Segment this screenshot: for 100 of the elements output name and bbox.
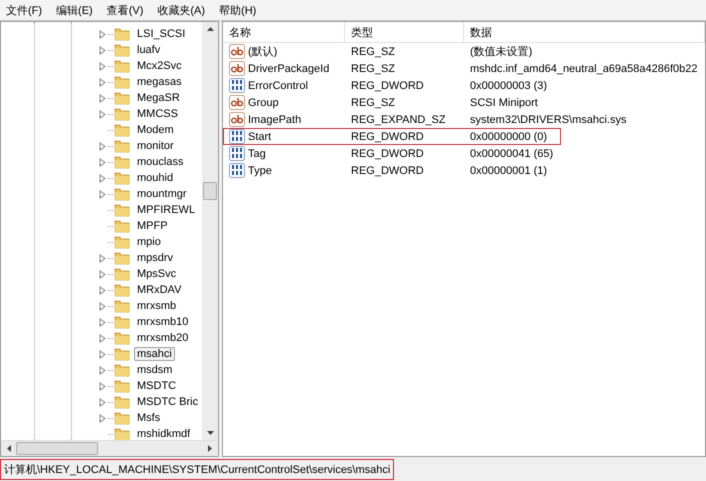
folder-icon xyxy=(114,267,130,281)
scroll-thumb[interactable] xyxy=(16,442,98,455)
folder-icon xyxy=(114,219,130,233)
scroll-down-icon[interactable] xyxy=(206,430,214,436)
tree-item[interactable]: msdsm xyxy=(134,363,176,377)
value-name: DriverPackageId xyxy=(248,62,330,74)
tree-item[interactable]: monitor xyxy=(134,139,177,153)
tree-item[interactable]: Mcx2Svc xyxy=(134,59,185,73)
folder-icon xyxy=(114,123,130,137)
value-type: REG_DWORD xyxy=(350,148,425,160)
folder-icon xyxy=(114,315,130,329)
scroll-right-icon[interactable] xyxy=(207,444,213,453)
tree-item[interactable]: mpsdrv xyxy=(134,251,176,265)
binary-value-icon xyxy=(229,146,245,161)
folder-icon xyxy=(114,411,130,425)
tree-item[interactable]: msahci xyxy=(134,347,175,361)
tree-item[interactable]: LSI_SCSI xyxy=(134,27,188,41)
folder-icon xyxy=(114,379,130,393)
menu-item[interactable]: 帮助(H) xyxy=(219,2,256,18)
folder-icon xyxy=(114,107,130,121)
value-name: ErrorControl xyxy=(248,80,308,92)
tree-item[interactable]: mouclass xyxy=(134,155,186,169)
value-name: ImagePath xyxy=(248,114,302,126)
folder-icon xyxy=(114,91,130,105)
value-name: Tag xyxy=(248,148,266,160)
tree-item[interactable]: MSDTC Bric xyxy=(134,395,202,409)
tree-item[interactable]: mrxsmb xyxy=(134,299,180,313)
value-data: SCSI Miniport xyxy=(469,96,539,108)
binary-value-icon xyxy=(229,163,245,178)
tree-item[interactable]: MpsSvc xyxy=(134,267,180,281)
tree-item[interactable]: megasas xyxy=(134,75,185,89)
tree-item[interactable]: Msfs xyxy=(134,411,164,425)
menu-item[interactable]: 编辑(E) xyxy=(56,2,93,18)
binary-value-icon xyxy=(229,129,245,144)
folder-icon xyxy=(114,59,130,73)
scroll-thumb[interactable] xyxy=(203,182,217,200)
value-type: REG_SZ xyxy=(350,46,396,58)
scroll-left-icon[interactable] xyxy=(6,444,12,453)
folder-icon xyxy=(114,27,130,41)
tree-item[interactable]: mountmgr xyxy=(134,187,190,201)
vertical-scrollbar[interactable] xyxy=(202,22,218,440)
value-type: REG_DWORD xyxy=(350,80,425,92)
value-type: REG_EXPAND_SZ xyxy=(350,114,447,126)
binary-value-icon xyxy=(229,78,245,93)
value-name: Type xyxy=(248,164,272,176)
folder-icon xyxy=(114,171,130,185)
menu-item[interactable]: 文件(F) xyxy=(6,2,42,18)
horizontal-scrollbar[interactable] xyxy=(1,440,218,456)
tree-item[interactable]: MMCSS xyxy=(134,107,181,121)
value-type: REG_DWORD xyxy=(350,164,425,176)
folder-icon xyxy=(114,251,130,265)
folder-icon xyxy=(114,427,130,440)
status-path: 计算机\HKEY_LOCAL_MACHINE\SYSTEM\CurrentControlSet\services\msahci xyxy=(0,458,394,480)
value-type: REG_SZ xyxy=(350,96,396,108)
tree-item[interactable]: mshidkmdf xyxy=(134,427,194,440)
folder-icon xyxy=(114,187,130,201)
tree-item[interactable]: MPFIREWL xyxy=(134,203,198,217)
column-header[interactable]: 数据 xyxy=(464,22,705,42)
folder-icon xyxy=(114,363,130,377)
tree-item[interactable]: luafv xyxy=(134,43,164,57)
tree-item[interactable]: MRxDAV xyxy=(134,283,184,297)
folder-icon xyxy=(114,347,130,361)
value-type: REG_SZ xyxy=(350,62,396,74)
folder-icon xyxy=(114,203,130,217)
tree-item[interactable]: MegaSR xyxy=(134,91,183,105)
value-data: 0x00000001 (1) xyxy=(469,164,548,176)
menu-item[interactable]: 查看(V) xyxy=(106,2,144,18)
tree-item[interactable]: MSDTC xyxy=(134,379,180,393)
folder-icon xyxy=(114,139,130,153)
value-data: 0x00000000 (0) xyxy=(469,130,548,142)
folder-icon xyxy=(114,235,130,249)
string-value-icon xyxy=(229,112,245,127)
string-value-icon xyxy=(229,44,245,59)
value-type: REG_DWORD xyxy=(350,130,425,142)
value-data: mshdc.inf_amd64_neutral_a69a58a4286f0b22 xyxy=(469,62,699,74)
value-name: Group xyxy=(248,96,279,108)
value-data: 0x00000041 (65) xyxy=(469,148,554,160)
value-name: Start xyxy=(248,130,272,142)
tree-item[interactable]: mrxsmb10 xyxy=(134,315,192,329)
value-data: (数值未设置) xyxy=(469,45,534,59)
folder-icon xyxy=(114,75,130,89)
menu-item[interactable]: 收藏夹(A) xyxy=(157,2,206,18)
value-data: 0x00000003 (3) xyxy=(469,80,548,92)
column-header[interactable]: 名称 xyxy=(223,22,345,42)
folder-icon xyxy=(114,299,130,313)
folder-icon xyxy=(114,331,130,345)
tree-item[interactable]: mpio xyxy=(134,235,164,249)
tree-item[interactable]: MPFP xyxy=(134,219,171,233)
value-name: (默认) xyxy=(248,45,278,59)
scroll-up-icon[interactable] xyxy=(206,26,214,32)
string-value-icon xyxy=(229,61,245,76)
folder-icon xyxy=(114,283,130,297)
value-data: system32\DRIVERS\msahci.sys xyxy=(469,114,628,126)
column-header[interactable]: 类型 xyxy=(345,22,464,42)
string-value-icon xyxy=(229,95,245,110)
tree-item[interactable]: mrxsmb20 xyxy=(134,331,192,345)
folder-icon xyxy=(114,43,130,57)
tree-item[interactable]: mouhid xyxy=(134,171,176,185)
tree-item[interactable]: Modem xyxy=(134,123,177,137)
folder-icon xyxy=(114,395,130,409)
